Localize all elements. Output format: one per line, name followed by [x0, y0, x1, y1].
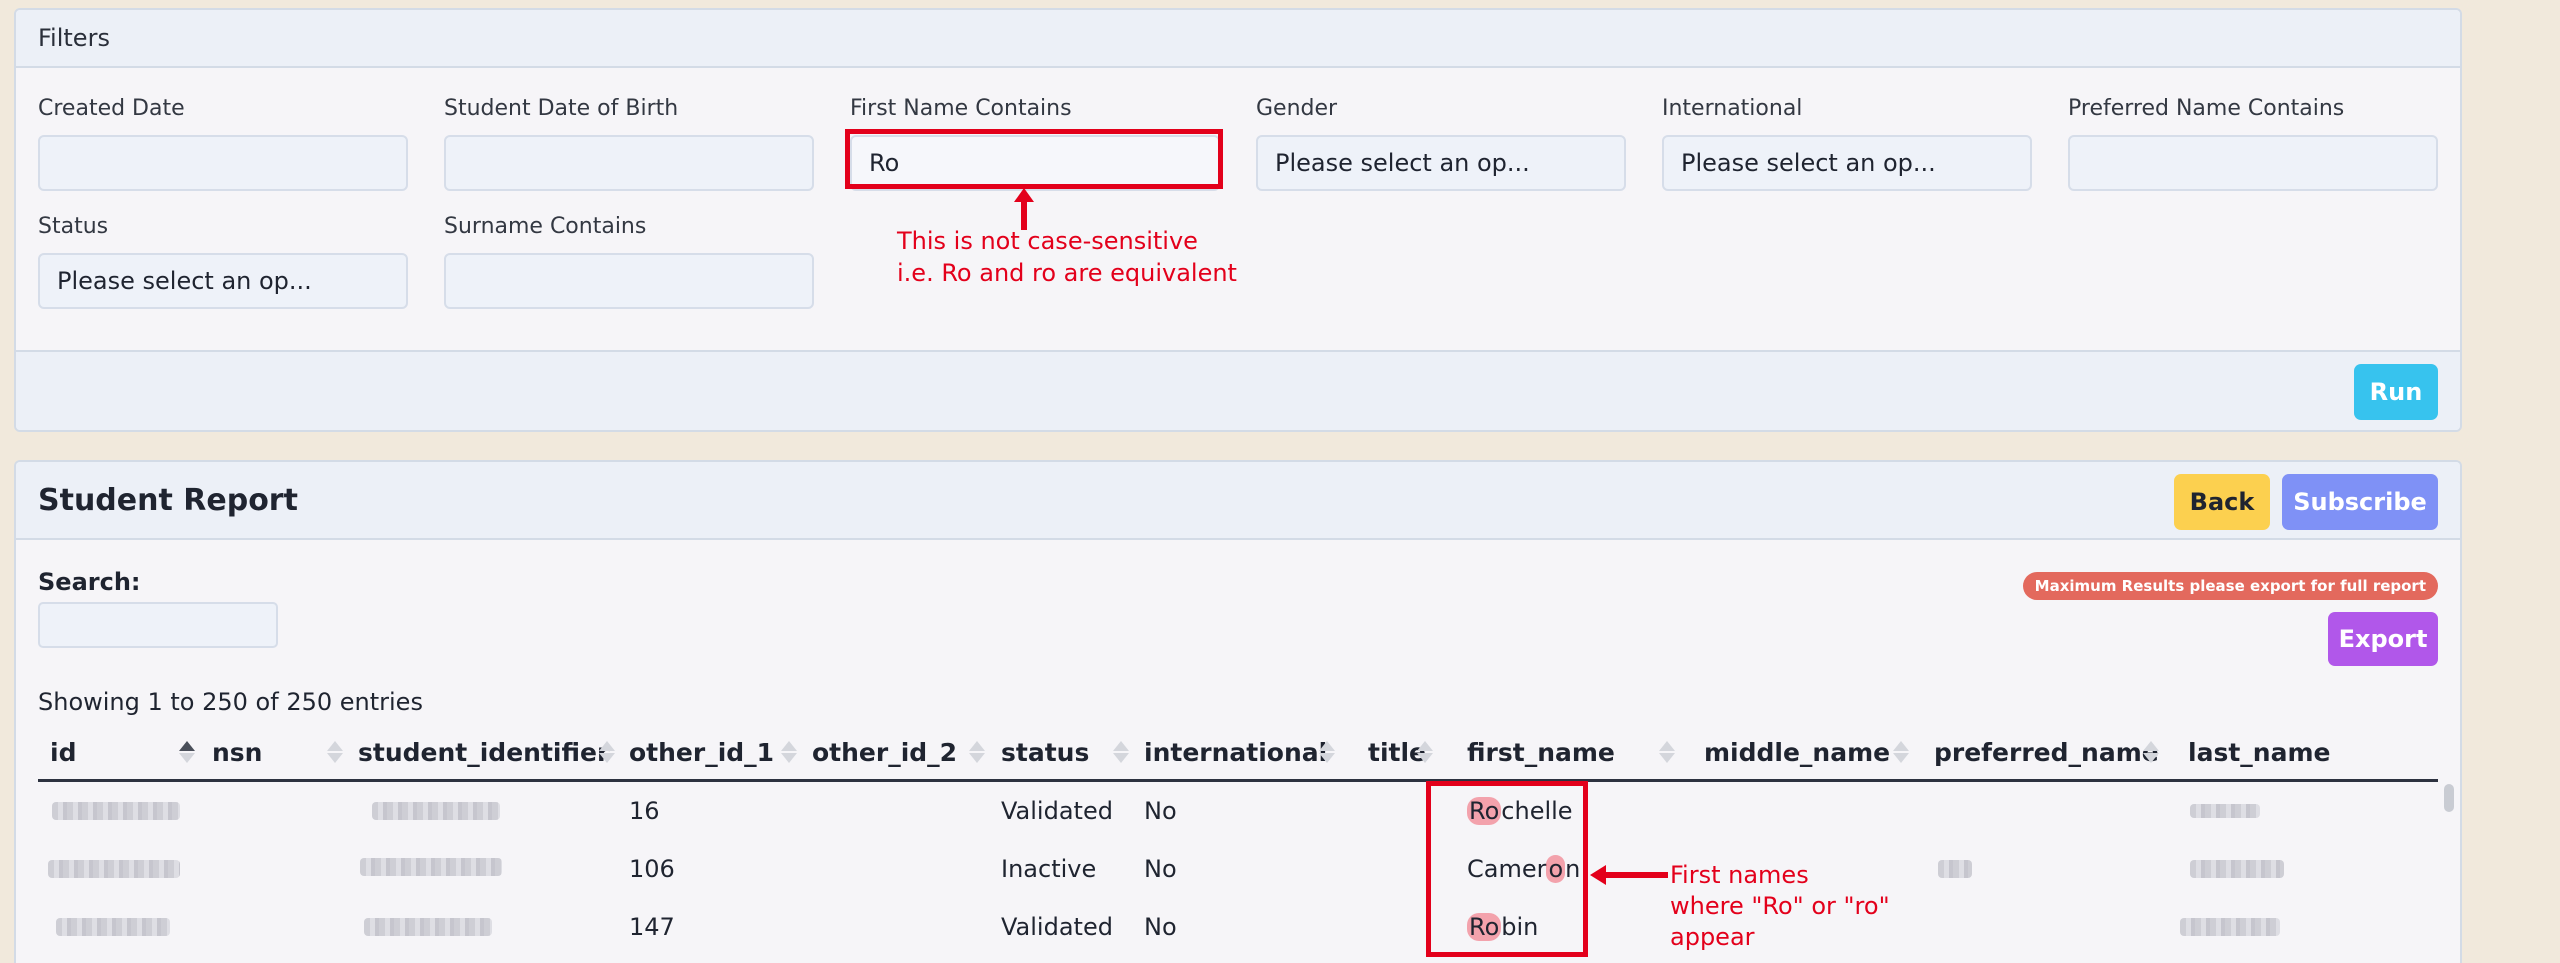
preferred-name-input[interactable]	[2068, 135, 2438, 191]
annotation-box-names	[1426, 781, 1588, 957]
redacted-last-name	[2190, 804, 2260, 818]
run-button[interactable]: Run	[2354, 364, 2438, 420]
col-last-name[interactable]: last_name	[2188, 724, 2330, 780]
col-international[interactable]: international	[1144, 724, 1327, 780]
annotation-names-note-3: appear	[1670, 923, 1755, 951]
scrollbar-thumb[interactable]	[2444, 784, 2454, 812]
sort-icon[interactable]	[2142, 724, 2160, 780]
cell-other-id-1: 147	[629, 913, 675, 941]
sort-icon[interactable]	[780, 724, 798, 780]
filter-created-date: Created Date	[38, 96, 408, 191]
cell-other-id-1: 106	[629, 855, 675, 883]
cell-international: No	[1144, 913, 1177, 941]
annotation-names-note-1: First names	[1670, 861, 1809, 889]
created-date-input[interactable]	[38, 135, 408, 191]
search-label: Search:	[38, 568, 141, 596]
col-preferred-name[interactable]: preferred_name	[1934, 724, 2159, 780]
filter-preferred-name: Preferred Name Contains	[2068, 96, 2438, 191]
redacted-preferred-name	[1938, 860, 1972, 878]
cell-other-id-1: 16	[629, 797, 660, 825]
annotation-names-note-2: where "Ro" or "ro"	[1670, 892, 1890, 920]
sort-icon[interactable]	[1658, 724, 1676, 780]
table-scrollbar[interactable]	[2442, 780, 2456, 963]
sort-asc-icon[interactable]	[178, 724, 196, 780]
filters-header: Filters	[16, 10, 2460, 68]
table-row[interactable]: 16 Validated No Ro chelle	[38, 782, 2438, 840]
col-id[interactable]: id	[50, 724, 76, 780]
col-other-id-2[interactable]: other_id_2	[812, 724, 957, 780]
gender-label: Gender	[1256, 96, 1338, 121]
status-select[interactable]: Please select an op...	[38, 253, 408, 309]
cell-status: Validated	[1001, 797, 1113, 825]
filter-status: Status Please select an op...	[38, 214, 408, 309]
cell-international: No	[1144, 797, 1177, 825]
filter-international: International Please select an op...	[1662, 96, 2032, 191]
redacted-last-name	[2180, 918, 2280, 936]
redacted-id	[56, 918, 170, 936]
export-button[interactable]: Export	[2328, 612, 2438, 666]
entries-info: Showing 1 to 250 of 250 entries	[38, 688, 423, 716]
col-other-id-1[interactable]: other_id_1	[629, 724, 774, 780]
preferred-name-label: Preferred Name Contains	[2068, 96, 2345, 121]
col-middle-name[interactable]: middle_name	[1704, 724, 1890, 780]
sort-icon[interactable]	[1892, 724, 1910, 780]
redacted-last-name	[2190, 860, 2284, 878]
sort-icon[interactable]	[326, 724, 344, 780]
redacted-identifier	[364, 918, 492, 936]
filters-panel: Filters Created Date Student Date of Bir…	[14, 8, 2462, 432]
filter-gender: Gender Please select an op...	[1256, 96, 1626, 191]
back-button[interactable]: Back	[2174, 474, 2270, 530]
cell-international: No	[1144, 855, 1177, 883]
sort-icon[interactable]	[598, 724, 616, 780]
filter-dob: Student Date of Birth	[444, 96, 814, 191]
redacted-identifier	[360, 858, 502, 876]
dob-label: Student Date of Birth	[444, 96, 679, 121]
first-name-label: First Name Contains	[850, 96, 1072, 121]
redacted-id	[52, 802, 180, 820]
col-student-identifier[interactable]: student_identifier	[358, 724, 609, 780]
created-date-label: Created Date	[38, 96, 185, 121]
table-body: 16 Validated No Ro chelle 106 Inactive No…	[38, 782, 2438, 963]
dob-input[interactable]	[444, 135, 814, 191]
subscribe-button[interactable]: Subscribe	[2282, 474, 2438, 530]
annotation-box-filter	[845, 129, 1223, 189]
sort-icon[interactable]	[1112, 724, 1130, 780]
annotation-case-note-2: i.e. Ro and ro are equivalent	[897, 259, 1237, 287]
annotation-arrow-up-icon	[1014, 188, 1034, 230]
filters-footer: Run	[16, 350, 2460, 430]
sort-icon[interactable]	[1416, 724, 1434, 780]
col-nsn[interactable]: nsn	[212, 724, 262, 780]
annotation-case-note-1: This is not case-sensitive	[897, 227, 1198, 255]
col-status[interactable]: status	[1001, 724, 1089, 780]
col-first-name[interactable]: first_name	[1467, 724, 1615, 780]
surname-input[interactable]	[444, 253, 814, 309]
report-title: Student Report	[38, 482, 298, 518]
report-panel: Student Report Back Subscribe Search: Ma…	[14, 460, 2462, 963]
redacted-id	[48, 860, 180, 878]
international-select[interactable]: Please select an op...	[1662, 135, 2032, 191]
annotation-arrow-left-icon	[1590, 865, 1668, 885]
redacted-identifier	[372, 802, 500, 820]
international-label: International	[1662, 96, 1803, 121]
gender-select[interactable]: Please select an op...	[1256, 135, 1626, 191]
filters-title: Filters	[38, 24, 110, 52]
table-row[interactable]: 106 Inactive No Camer o n	[38, 840, 2438, 898]
max-results-badge: Maximum Results please export for full r…	[2022, 572, 2438, 600]
cell-status: Inactive	[1001, 855, 1097, 883]
table-header: id nsn student_identifier other_id_1 oth…	[38, 724, 2438, 782]
surname-label: Surname Contains	[444, 214, 647, 239]
table-row[interactable]: 147 Validated No Ro bin	[38, 898, 2438, 956]
filter-surname: Surname Contains	[444, 214, 814, 309]
cell-status: Validated	[1001, 913, 1113, 941]
status-label: Status	[38, 214, 109, 239]
report-header: Student Report Back Subscribe	[16, 462, 2460, 540]
sort-icon[interactable]	[1318, 724, 1336, 780]
sort-icon[interactable]	[968, 724, 986, 780]
search-input[interactable]	[38, 602, 278, 648]
